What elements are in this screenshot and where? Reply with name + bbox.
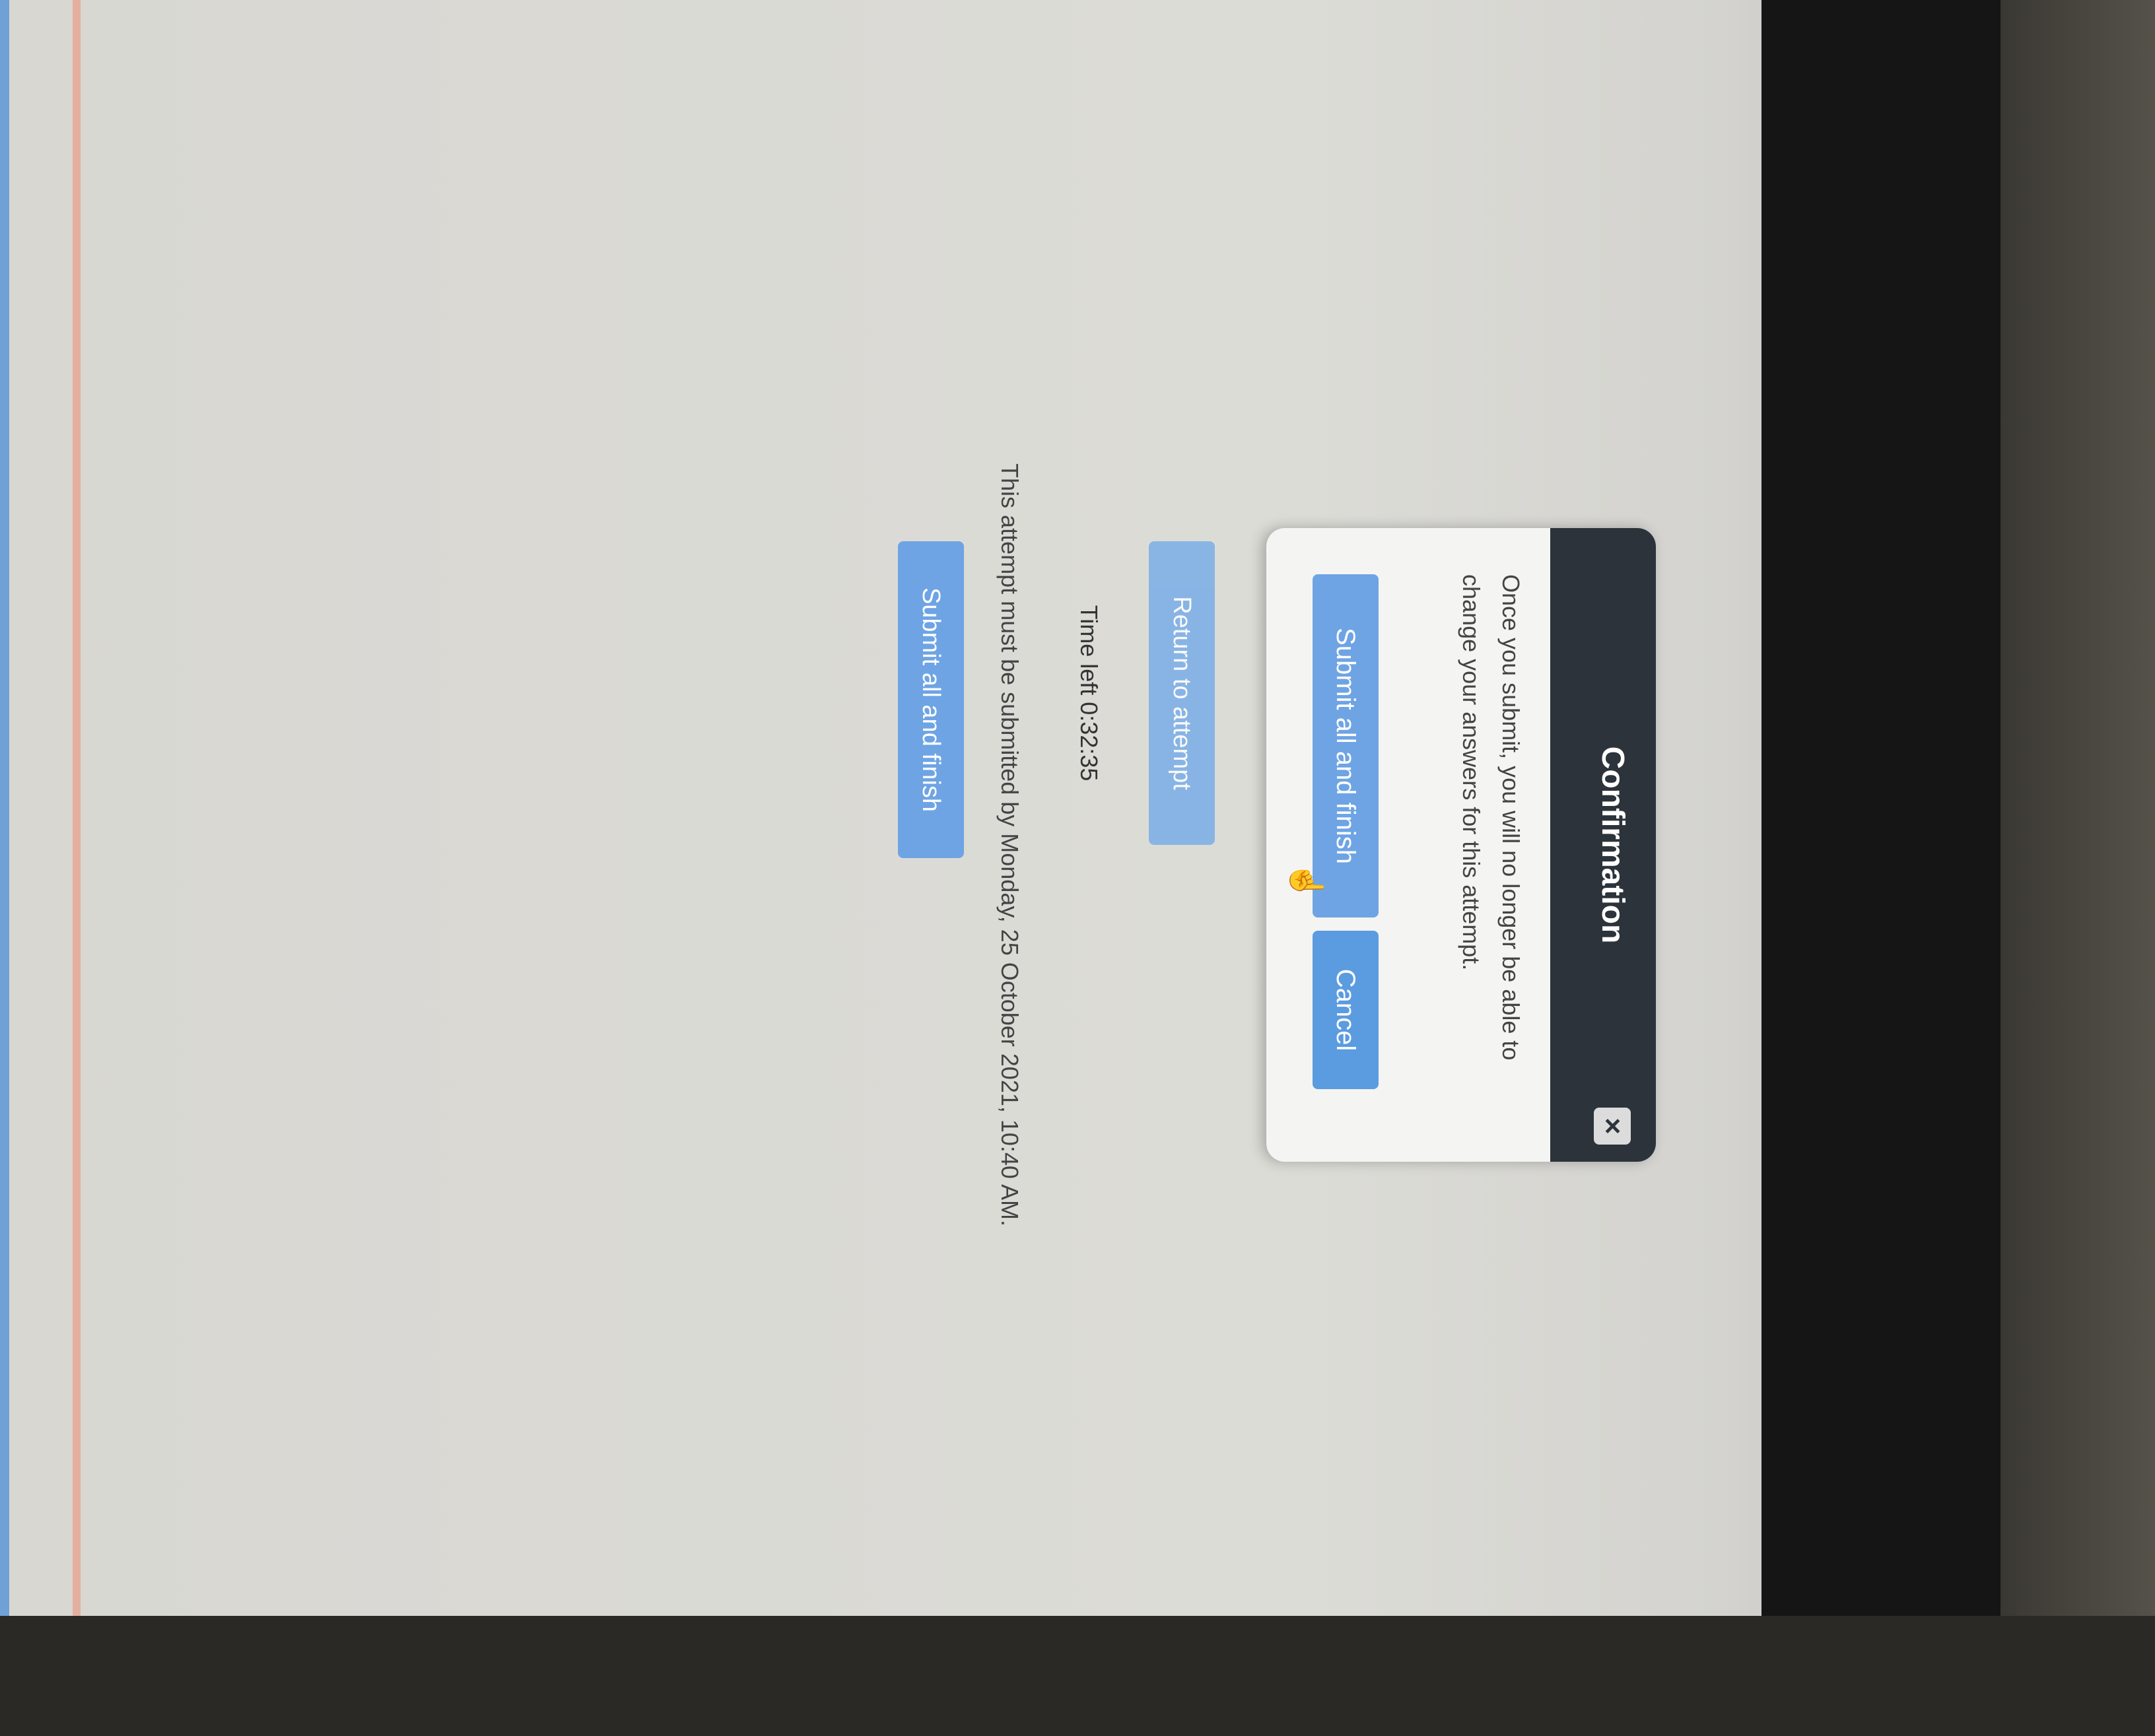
desk-surface <box>2001 0 2155 1616</box>
quiz-summary-page: Return to attempt Time left 0:32:35 This… <box>792 218 1690 1736</box>
dialog-cancel-button[interactable]: Cancel <box>1313 931 1379 1089</box>
submit-all-button[interactable]: Submit all and finish <box>898 541 964 858</box>
dialog-title: Confirmation <box>1595 746 1630 944</box>
deadline-text: This attempt must be submitted by Monday… <box>996 463 1023 1226</box>
time-left-text: Time left 0:32:35 <box>1076 605 1103 782</box>
screen-edge-blue <box>0 0 9 1616</box>
monitor-bezel <box>1762 0 2039 1616</box>
confirmation-dialog: Confirmation × Once you submit, you will… <box>1266 528 1656 1162</box>
hand-cursor-icon: ☝ <box>1289 861 1324 901</box>
dialog-message: Once you submit, you will no longer be a… <box>1458 574 1524 1061</box>
close-icon[interactable]: × <box>1594 1108 1631 1145</box>
return-to-attempt-button[interactable]: Return to attempt <box>1149 541 1215 845</box>
screen-edge-line <box>73 0 81 1616</box>
dialog-header: Confirmation × <box>1550 528 1656 1162</box>
photo-scene: Return to attempt Time left 0:32:35 This… <box>0 0 2155 1616</box>
